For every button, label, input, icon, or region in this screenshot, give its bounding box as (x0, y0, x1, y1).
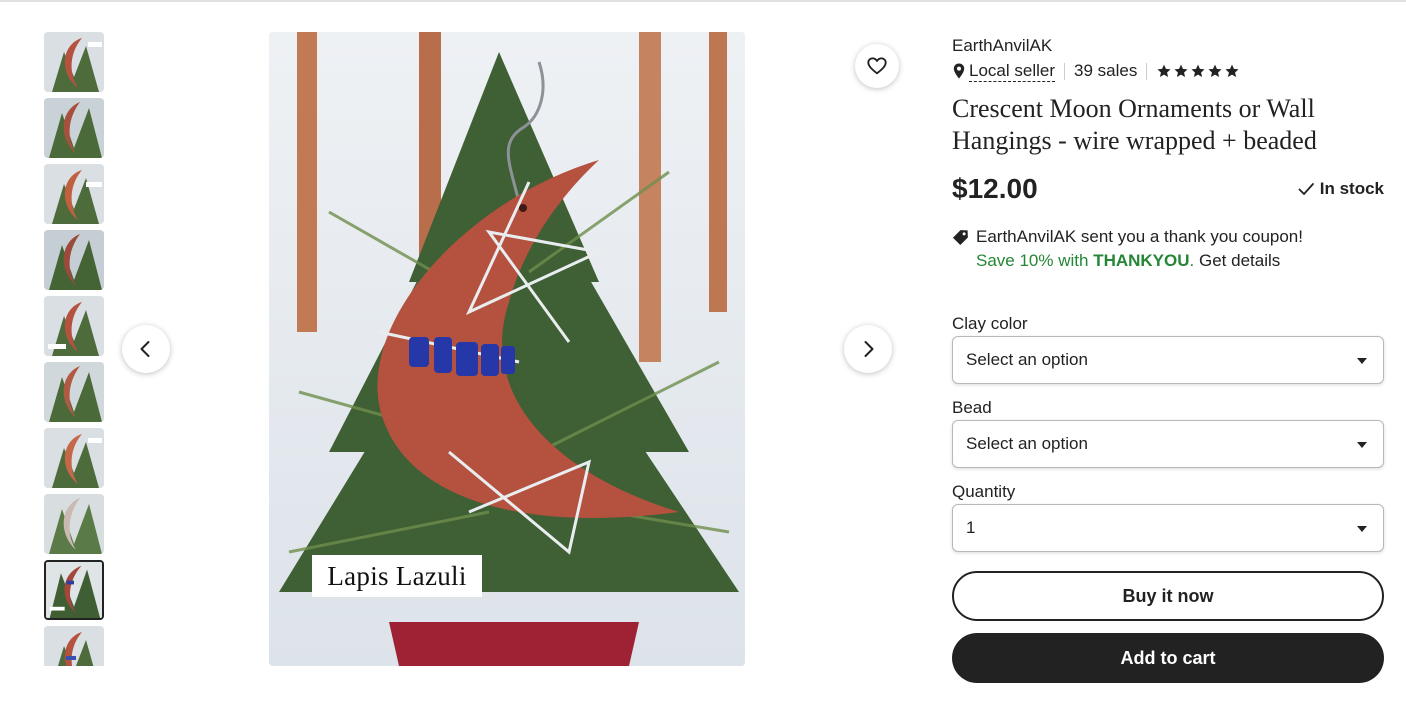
heart-icon (867, 57, 887, 75)
thumbnail-5[interactable] (44, 296, 104, 356)
thumbnail-1[interactable] (44, 32, 104, 92)
divider (1064, 62, 1065, 80)
coupon-save-text: Save 10% with (976, 251, 1094, 270)
thumbnail-10[interactable] (44, 626, 104, 666)
thumbnail-strip[interactable] (44, 32, 104, 666)
shop-name-link[interactable]: EarthAnvilAK (952, 34, 1384, 58)
sales-count: 39 sales (1074, 61, 1138, 80)
thumbnail-8[interactable] (44, 494, 104, 554)
listing-panel: EarthAnvilAK Local seller 39 sales Cresc… (952, 34, 1384, 683)
bead-value: Select an option (966, 434, 1088, 453)
next-image-button[interactable] (844, 325, 892, 373)
price: $12.00 (952, 173, 1038, 204)
clay-color-value: Select an option (966, 350, 1088, 369)
chevron-right-icon (864, 341, 874, 357)
coupon-banner: EarthAnvilAK sent you a thank you coupon… (952, 225, 1384, 273)
main-product-image[interactable]: Lapis Lazuli (269, 32, 745, 666)
quantity-field: Quantity 1 (952, 480, 1384, 552)
thumbnail-4[interactable] (44, 230, 104, 290)
coupon-period: . (1189, 251, 1195, 270)
listing-title: Crescent Moon Ornaments or Wall Hangings… (952, 94, 1317, 155)
coupon-code: THANKYOU (1093, 251, 1190, 270)
price-row: $12.00 In stock (952, 167, 1384, 211)
star-icon (1174, 64, 1188, 77)
clay-color-select[interactable]: Select an option (952, 336, 1384, 384)
favorite-button[interactable] (855, 44, 899, 88)
coupon-message: EarthAnvilAK sent you a thank you coupon… (976, 227, 1303, 246)
thumbnail-9-selected[interactable] (44, 560, 104, 620)
star-icon (1225, 64, 1239, 77)
get-details-link[interactable]: Get details (1199, 251, 1280, 270)
star-icon (1191, 64, 1205, 77)
clay-color-label: Clay color (952, 314, 1028, 333)
clay-color-field: Clay color Select an option (952, 312, 1384, 384)
image-caption: Lapis Lazuli (312, 555, 482, 597)
bead-label: Bead (952, 398, 992, 417)
caret-down-icon (1357, 358, 1367, 364)
thumbnail-2[interactable] (44, 98, 104, 158)
chevron-left-icon (140, 341, 150, 357)
previous-image-button[interactable] (122, 325, 170, 373)
star-icon (1208, 64, 1222, 77)
stock-status: In stock (1297, 179, 1384, 199)
thumbnail-6[interactable] (44, 362, 104, 422)
local-seller-link[interactable]: Local seller (969, 61, 1055, 82)
bead-field: Bead Select an option (952, 396, 1384, 468)
add-to-cart-button[interactable]: Add to cart (952, 633, 1384, 683)
quantity-value: 1 (966, 518, 976, 537)
quantity-select[interactable]: 1 (952, 504, 1384, 552)
bead-select[interactable]: Select an option (952, 420, 1384, 468)
caret-down-icon (1357, 526, 1367, 532)
checkmark-icon (1298, 183, 1314, 195)
top-divider (0, 0, 1406, 2)
caret-down-icon (1357, 442, 1367, 448)
seller-info-row: Local seller 39 sales (952, 58, 1384, 84)
star-rating[interactable] (1156, 63, 1240, 79)
thumbnail-3[interactable] (44, 164, 104, 224)
location-pin-icon (953, 63, 965, 79)
thumbnail-7[interactable] (44, 428, 104, 488)
tag-icon (952, 230, 968, 246)
buy-it-now-button[interactable]: Buy it now (952, 571, 1384, 621)
divider (1146, 62, 1148, 80)
stock-label: In stock (1319, 179, 1384, 198)
coupon-details: Save 10% with THANKYOU. Get details (976, 249, 1303, 273)
star-icon (1157, 64, 1171, 77)
quantity-label: Quantity (952, 482, 1016, 501)
